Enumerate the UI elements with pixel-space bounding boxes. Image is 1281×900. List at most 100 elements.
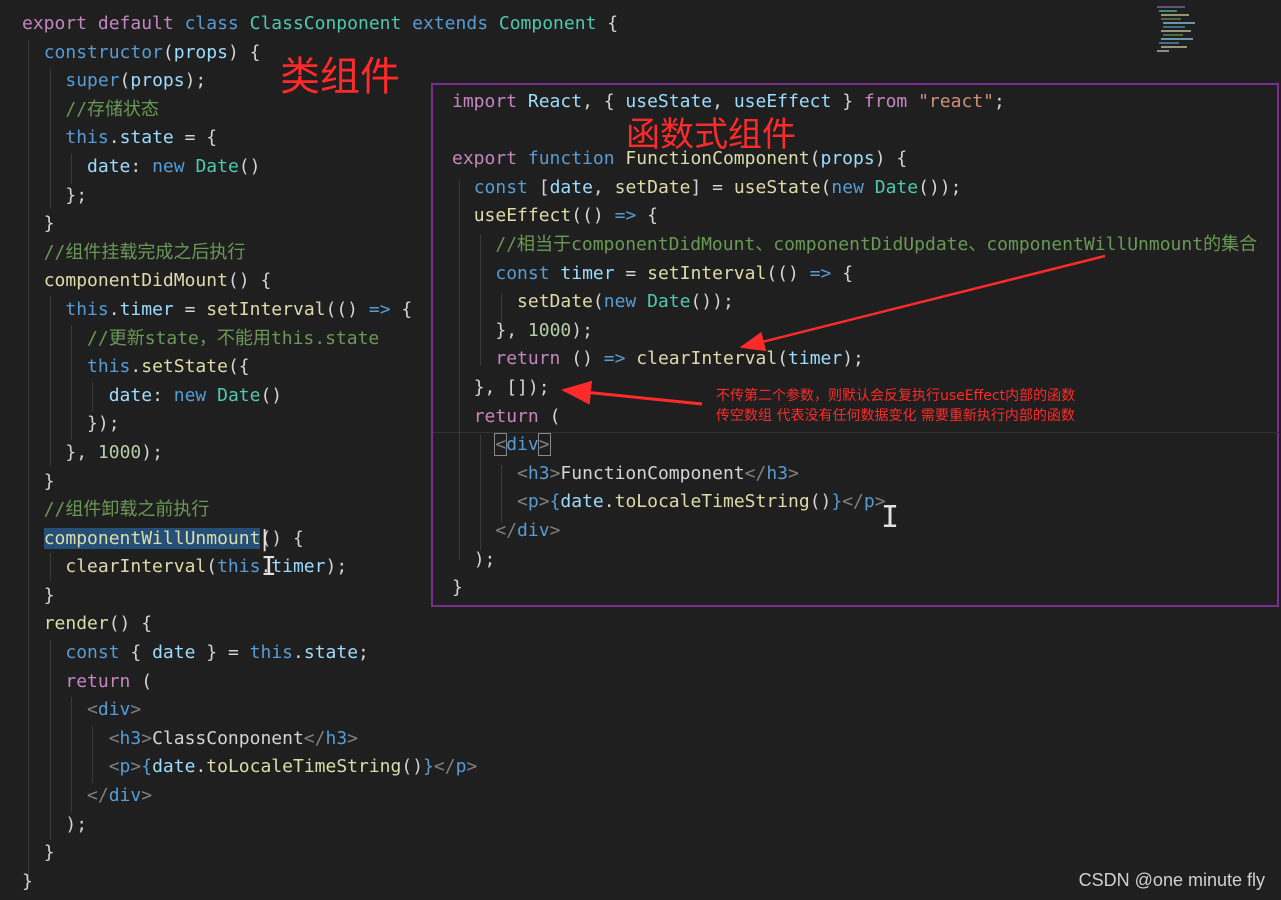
- code-line: }: [43, 470, 55, 492]
- function-component-panel[interactable]: import React, { useState, useEffect } fr…: [431, 83, 1279, 607]
- code-line: }: [43, 842, 55, 864]
- token: );: [325, 556, 348, 578]
- code-comment: //组件卸载之前执行: [43, 499, 210, 521]
- token: timer: [560, 262, 615, 284]
- token: >: [130, 756, 142, 778]
- token: Date: [195, 155, 239, 177]
- token: (): [238, 155, 261, 177]
- token: super: [65, 70, 120, 92]
- token: <: [517, 491, 528, 513]
- token: }: [206, 642, 218, 664]
- token: :: [152, 384, 163, 406]
- token: =: [712, 176, 723, 198]
- token: Date: [647, 291, 691, 313]
- token: [: [538, 176, 550, 198]
- code-line: this.setState({: [87, 356, 250, 377]
- token: {: [206, 127, 218, 149]
- code-line: }: [43, 213, 55, 235]
- token: import: [452, 91, 518, 112]
- selected-token[interactable]: componentWillUnmount: [43, 527, 261, 549]
- token: setInterval: [647, 262, 767, 284]
- code-line: componentDidMount() {: [44, 270, 272, 291]
- token: </: [495, 519, 518, 541]
- note-line: 传空数组 代表没有任何数据变化 需要重新执行内部的函数: [716, 408, 1075, 424]
- token: Date: [217, 384, 261, 406]
- token: toLocaleTimeString: [206, 756, 402, 778]
- token: {: [260, 270, 272, 292]
- token: =: [625, 262, 637, 284]
- token: (: [162, 41, 174, 63]
- token: :: [130, 155, 142, 177]
- token: useState: [733, 176, 821, 198]
- token: default: [97, 13, 174, 34]
- token: date: [560, 491, 604, 513]
- code-line: }, 1000);: [495, 320, 593, 341]
- token: =>: [603, 348, 626, 370]
- token: date: [549, 176, 593, 198]
- code-line: const { date } = this.state;: [65, 642, 369, 663]
- token: props: [820, 148, 875, 170]
- token: props: [130, 70, 185, 92]
- token: div: [97, 699, 131, 721]
- token: <: [108, 727, 120, 749]
- code-line: }: [22, 870, 33, 892]
- token: p: [527, 491, 539, 513]
- token: =>: [614, 205, 637, 227]
- token: export: [452, 148, 518, 170]
- token: return: [65, 670, 131, 692]
- token: clearInterval: [65, 556, 207, 578]
- token: .: [195, 756, 207, 778]
- token: this: [87, 356, 131, 378]
- token: =>: [809, 262, 832, 284]
- token: {: [249, 41, 261, 63]
- minimap[interactable]: [1155, 4, 1199, 54]
- token: ;: [358, 642, 369, 664]
- token: this: [65, 127, 109, 149]
- token: ;: [993, 91, 1005, 112]
- token: >: [130, 699, 142, 721]
- code-line: </div>: [87, 785, 152, 806]
- token: setDate: [517, 291, 593, 313]
- token: ClassConponent: [249, 13, 402, 34]
- token: return: [473, 405, 539, 427]
- code-line: constructor(props) {: [44, 42, 261, 63]
- token: (: [119, 70, 131, 92]
- token: },: [65, 441, 88, 463]
- token: (: [592, 291, 604, 313]
- token: {: [141, 756, 153, 778]
- token: </: [433, 756, 456, 778]
- token: class: [184, 13, 239, 34]
- token: >: [141, 727, 153, 749]
- token: date: [108, 384, 153, 406]
- token: >: [549, 519, 561, 541]
- token: setDate: [614, 176, 691, 198]
- token: p: [455, 756, 467, 778]
- token: </: [87, 785, 109, 807]
- code-line: };: [65, 184, 88, 206]
- token: (: [809, 148, 821, 170]
- token: date: [87, 155, 131, 177]
- token: },: [495, 319, 518, 341]
- token: this: [65, 298, 109, 320]
- token: ,: [592, 176, 604, 198]
- code-line: super(props);: [65, 70, 206, 91]
- token: render: [43, 613, 109, 635]
- token: >: [549, 462, 561, 484]
- token: , {: [582, 91, 615, 112]
- token: const: [65, 642, 120, 664]
- token: {: [401, 298, 413, 320]
- token: .: [108, 298, 120, 320]
- token: ({: [227, 356, 250, 378]
- token: ]: [690, 176, 702, 198]
- token: from: [863, 91, 908, 112]
- dependency-note: 不传第二个参数，则默认会反复执行useEffect内部的函数 传空数组 代表没有…: [716, 386, 1075, 426]
- code-line: setDate(new Date());: [517, 291, 734, 312]
- token: ): [874, 148, 886, 170]
- token: new: [831, 176, 864, 198]
- token: p: [863, 491, 875, 513]
- token: =: [184, 127, 196, 149]
- token: ());: [690, 291, 734, 313]
- token: <: [87, 699, 98, 721]
- function-component-code[interactable]: import React, { useState, useEffect } fr…: [452, 88, 1257, 603]
- code-line: <h3>FunctionComponent</h3>: [517, 463, 799, 484]
